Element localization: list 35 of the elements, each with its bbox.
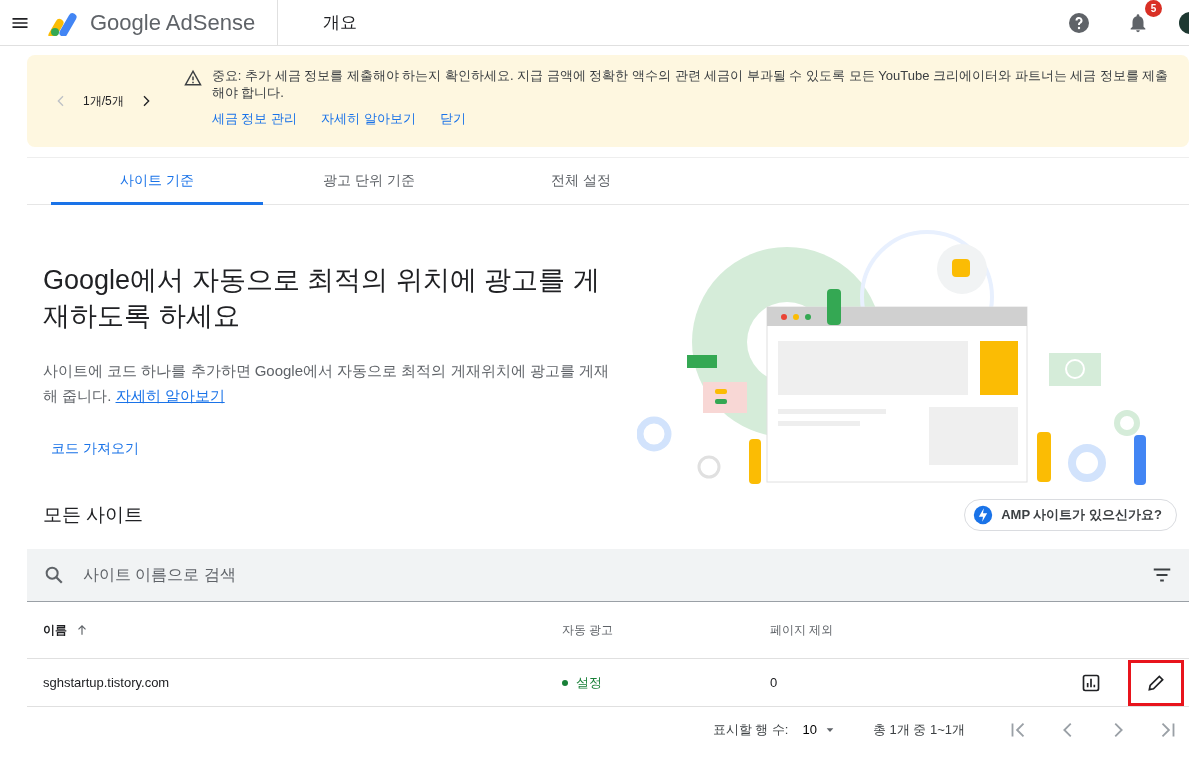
bar-chart-icon: [1081, 672, 1101, 693]
notification-badge: 5: [1145, 0, 1162, 17]
hero-description: 사이트에 코드 하나를 추가하면 Google에서 자동으로 최적의 게재위치에 광고를 게재해 줍니다. 자세히 알아보기: [43, 361, 610, 406]
page-title: 개요: [323, 11, 358, 34]
tab[interactable]: 전체 설정: [475, 158, 687, 205]
pencil-icon: [1146, 672, 1166, 693]
lightning-icon: [973, 505, 994, 525]
rows-per-page-label: 표시할 행 수:: [712, 720, 789, 739]
edit-button[interactable]: [1131, 662, 1181, 703]
amp-button[interactable]: AMP 사이트가 있으신가요?: [964, 499, 1177, 531]
warning-icon: [183, 69, 202, 87]
search-field[interactable]: 사이트 이름으로 검색: [27, 549, 1189, 602]
rows-per-page-select[interactable]: 10: [796, 713, 841, 746]
column-header[interactable]: 이름: [43, 621, 67, 639]
banner-link[interactable]: 닫기: [439, 109, 466, 129]
status-text: 설정: [576, 673, 602, 692]
column-header[interactable]: 페이지 제외: [770, 621, 834, 639]
get-code-button[interactable]: 코드 가져오기: [43, 432, 147, 465]
section-heading: 모든 사이트: [43, 502, 144, 527]
learn-more-link[interactable]: 자세히 알아보기: [115, 387, 225, 404]
banner-link[interactable]: 자세히 알아보기: [320, 109, 416, 129]
app-name: Google AdSense: [90, 9, 256, 37]
tab[interactable]: 사이트 기준: [51, 158, 263, 205]
search-field[interactable]: 사이트 이름으로 검색: [81, 562, 1135, 588]
page-exclusions-cell-text: 0: [770, 673, 779, 692]
page-range: 총 1개 중 1~1개: [872, 720, 965, 739]
banner-link[interactable]: 세금 정보 관리: [211, 109, 297, 129]
column-header[interactable]: 자동 광고: [562, 621, 614, 639]
banner-message: 중요: 추가 세금 정보를 제출해야 하는지 확인하세요. 지급 금액에 정확한 액수의 관련 세금이 부과될 수 있도록 모든 YouTube 크리에이터와 파트너는 세금 정보를 제출해야 합니다.: [211, 67, 1169, 101]
tab[interactable]: 광고 단위 기준: [263, 158, 475, 205]
pager-text: 1개/5개: [83, 93, 124, 110]
site-name-cell-text: sghstartup.tistory.com: [42, 673, 171, 692]
help-icon: [1067, 10, 1091, 35]
search-icon: [43, 564, 65, 586]
hero-title: Google에서 자동으로 최적의 위치에 광고를 게재하도록 하세요: [43, 264, 601, 333]
